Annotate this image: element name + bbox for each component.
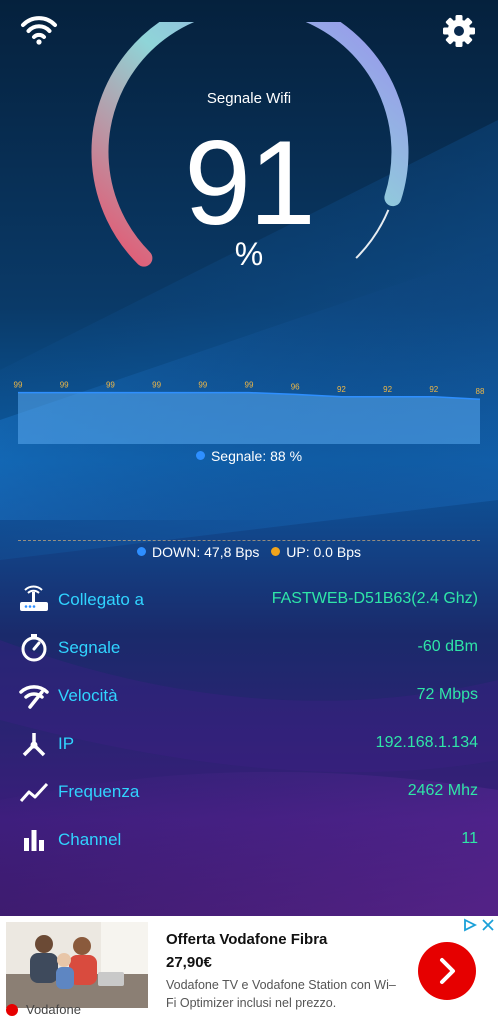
signal-data-label: 99 (14, 381, 23, 390)
gauge-title: Segnale Wifi (206, 90, 292, 107)
signal-data-label: 99 (245, 381, 254, 390)
gear-icon[interactable] (440, 12, 478, 50)
gauge-icon (18, 632, 50, 664)
info-label: Channel (58, 830, 122, 849)
close-icon[interactable] (482, 919, 494, 931)
signal-data-label: 92 (429, 385, 438, 394)
wifi-icon[interactable] (20, 14, 58, 46)
wifi-speed-icon (18, 680, 50, 712)
gauge-unit: % (234, 236, 264, 272)
divider (18, 540, 480, 541)
signal-area (18, 392, 480, 444)
router-icon (18, 584, 50, 616)
ad-image[interactable] (6, 922, 148, 1008)
info-row-connected: Collegato a FASTWEB-D51B63(2.4 Ghz) (0, 576, 498, 624)
info-value: -60 dBm (417, 638, 478, 655)
ad-brand: Vodafone (6, 1002, 81, 1017)
download-dot (137, 547, 147, 556)
signal-data-label: 99 (198, 381, 207, 390)
info-row-speed: Velocità 72 Mbps (0, 672, 498, 720)
signal-data-label: 96 (291, 382, 300, 391)
trend-line-icon (18, 776, 50, 808)
info-value: 2462 Mhz (407, 782, 478, 799)
network-node-icon (18, 728, 50, 760)
ad-brand-label: Vodafone (26, 1002, 81, 1017)
info-value: FASTWEB-D51B63(2.4 Ghz) (271, 590, 478, 607)
ad-choices[interactable] (462, 918, 496, 932)
info-label: Collegato a (58, 590, 145, 609)
ad-price: 27,90€ (166, 954, 212, 971)
signal-data-label: 92 (383, 385, 392, 394)
info-label: IP (58, 734, 75, 753)
info-row-ip: IP 192.168.1.134 (0, 720, 498, 768)
signal-legend-label: Segnale: 88 % (210, 448, 303, 464)
info-row-channel: Channel 11 (0, 816, 498, 864)
info-value: 192.168.1.134 (375, 734, 478, 751)
info-value: 72 Mbps (416, 686, 478, 703)
ad-choices-icon[interactable] (464, 918, 478, 932)
upload-dot (271, 547, 281, 556)
bar-chart-icon (18, 824, 50, 856)
chart-legend: Segnale: 88 % (0, 448, 498, 464)
info-row-signal: Segnale -60 dBm (0, 624, 498, 672)
signal-data-label: 99 (60, 381, 69, 390)
vodafone-logo-icon (6, 1004, 18, 1016)
info-row-frequency: Frequenza 2462 Mhz (0, 768, 498, 816)
ad-description: Vodafone TV e Vodafone Station con Wi–Fi… (166, 978, 396, 1010)
info-label: Segnale (58, 638, 121, 657)
ad-banner[interactable]: Vodafone Offerta Vodafone Fibra 27,90€ V… (0, 916, 498, 1024)
info-label: Frequenza (58, 782, 140, 801)
download-label: DOWN: 47,8 Bps (152, 544, 260, 560)
signal-legend-dot (195, 451, 205, 460)
signal-data-label: 88 (476, 387, 485, 396)
signal-data-label: 99 (152, 381, 161, 390)
traffic-legend: DOWN: 47,8 Bps UP: 0.0 Bps (0, 544, 498, 560)
ad-cta-button[interactable] (418, 942, 476, 1000)
upload-label: UP: 0.0 Bps (286, 544, 361, 560)
signal-data-label: 92 (337, 385, 346, 394)
signal-history-chart: 99 99 99 99 99 99 96 92 92 92 88 (14, 381, 485, 444)
chevron-right-icon (440, 958, 455, 984)
ad-title[interactable]: Offerta Vodafone Fibra (166, 931, 327, 948)
signal-data-label: 99 (106, 381, 115, 390)
info-label: Velocità (58, 686, 118, 705)
info-value: 11 (461, 830, 478, 847)
gauge-value: 91 (184, 116, 315, 250)
